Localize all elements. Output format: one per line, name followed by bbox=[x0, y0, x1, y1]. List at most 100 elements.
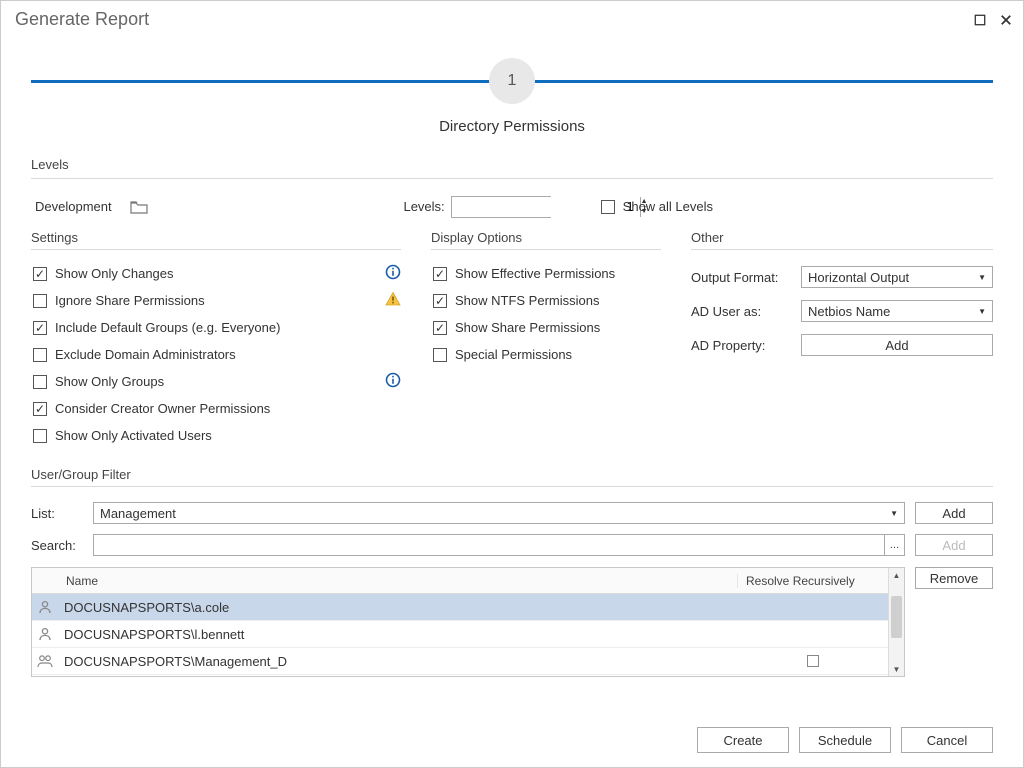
grid-col-name[interactable]: Name bbox=[58, 574, 738, 588]
display-checkbox[interactable] bbox=[433, 321, 447, 335]
display-item: Special Permissions bbox=[431, 341, 661, 368]
filter-list-select[interactable]: Management ▼ bbox=[93, 502, 905, 524]
settings-item-label: Show Only Changes bbox=[55, 266, 174, 281]
output-format-value: Horizontal Output bbox=[808, 270, 909, 285]
warn-icon bbox=[385, 291, 401, 310]
browse-icon[interactable]: … bbox=[884, 535, 904, 555]
ad-user-select[interactable]: Netbios Name ▼ bbox=[801, 300, 993, 322]
ad-user-label: AD User as: bbox=[691, 304, 791, 319]
settings-item: Show Only Groups bbox=[31, 368, 401, 395]
ad-property-add-label: Add bbox=[885, 338, 908, 353]
user-icon bbox=[32, 626, 58, 642]
row-name: DOCUSNAPSPORTS\a.cole bbox=[58, 600, 738, 615]
table-row[interactable]: DOCUSNAPSPORTS\l.bennett bbox=[32, 621, 888, 648]
display-item: Show Effective Permissions bbox=[431, 260, 661, 287]
maximize-icon[interactable] bbox=[973, 13, 987, 27]
settings-checkbox[interactable] bbox=[33, 321, 47, 335]
display-item: Show NTFS Permissions bbox=[431, 287, 661, 314]
filter-remove-button[interactable]: Remove bbox=[915, 567, 993, 589]
settings-item: Ignore Share Permissions bbox=[31, 287, 401, 314]
settings-item-label: Include Default Groups (e.g. Everyone) bbox=[55, 320, 280, 335]
filter-search-label: Search: bbox=[31, 538, 83, 553]
table-row[interactable]: DOCUSNAPSPORTS\Management_D bbox=[32, 648, 888, 675]
display-item: Show Share Permissions bbox=[431, 314, 661, 341]
create-button[interactable]: Create bbox=[697, 727, 789, 753]
filter-list-label: List: bbox=[31, 506, 83, 521]
levels-spinner[interactable]: ▲ ▼ bbox=[451, 196, 551, 218]
filter-grid: Name Resolve Recursively DOCUSNAPSPORTS\… bbox=[31, 567, 905, 677]
window: Generate Report 1 Directory Permissions … bbox=[0, 0, 1024, 768]
ad-property-add-button[interactable]: Add bbox=[801, 334, 993, 356]
settings-checkbox[interactable] bbox=[33, 348, 47, 362]
settings-item-label: Show Only Activated Users bbox=[55, 428, 212, 443]
ad-property-label: AD Property: bbox=[691, 338, 791, 353]
settings-item: Exclude Domain Administrators bbox=[31, 341, 401, 368]
row-name: DOCUSNAPSPORTS\Management_D bbox=[58, 654, 738, 669]
info-icon bbox=[385, 372, 401, 391]
scroll-down-icon[interactable]: ▼ bbox=[889, 662, 904, 676]
levels-count-label: Levels: bbox=[403, 199, 444, 214]
filter-list-add-label: Add bbox=[942, 506, 965, 521]
grid-scrollbar[interactable]: ▲ ▼ bbox=[888, 568, 904, 676]
settings-checkbox[interactable] bbox=[33, 429, 47, 443]
display-item-label: Show Effective Permissions bbox=[455, 266, 615, 281]
schedule-button[interactable]: Schedule bbox=[799, 727, 891, 753]
step-number: 1 bbox=[489, 58, 535, 104]
output-format-label: Output Format: bbox=[691, 270, 791, 285]
info-icon bbox=[385, 264, 401, 283]
user-icon bbox=[32, 599, 58, 615]
settings-item-label: Consider Creator Owner Permissions bbox=[55, 401, 270, 416]
settings-checkbox[interactable] bbox=[33, 375, 47, 389]
step-indicator: 1 bbox=[31, 52, 993, 108]
output-format-select[interactable]: Horizontal Output ▼ bbox=[801, 266, 993, 288]
create-label: Create bbox=[723, 733, 762, 748]
filter-list-value: Management bbox=[100, 506, 176, 521]
levels-path-label: Development bbox=[35, 199, 112, 214]
schedule-label: Schedule bbox=[818, 733, 872, 748]
display-item-label: Special Permissions bbox=[455, 347, 572, 362]
filter-search-wrap: … bbox=[93, 534, 905, 556]
settings-item-label: Ignore Share Permissions bbox=[55, 293, 205, 308]
settings-checkbox[interactable] bbox=[33, 267, 47, 281]
settings-checkbox[interactable] bbox=[33, 402, 47, 416]
cancel-label: Cancel bbox=[927, 733, 967, 748]
display-section-label: Display Options bbox=[431, 230, 661, 245]
display-item-label: Show NTFS Permissions bbox=[455, 293, 599, 308]
settings-item: Include Default Groups (e.g. Everyone) bbox=[31, 314, 401, 341]
filter-search-add-label: Add bbox=[942, 538, 965, 553]
chevron-down-icon: ▼ bbox=[978, 307, 986, 316]
display-checkbox[interactable] bbox=[433, 294, 447, 308]
display-checkbox[interactable] bbox=[433, 348, 447, 362]
show-all-levels-checkbox[interactable] bbox=[601, 200, 615, 214]
titlebar: Generate Report bbox=[1, 1, 1023, 34]
ad-user-value: Netbios Name bbox=[808, 304, 890, 319]
settings-checkbox[interactable] bbox=[33, 294, 47, 308]
resolve-checkbox[interactable] bbox=[807, 655, 819, 667]
settings-section-label: Settings bbox=[31, 230, 401, 245]
filter-section-label: User/Group Filter bbox=[31, 467, 993, 482]
display-checkbox[interactable] bbox=[433, 267, 447, 281]
filter-list-add-button[interactable]: Add bbox=[915, 502, 993, 524]
show-all-levels-label: Show all Levels bbox=[623, 199, 713, 214]
other-section-label: Other bbox=[691, 230, 993, 245]
scroll-thumb[interactable] bbox=[891, 596, 902, 638]
chevron-down-icon: ▼ bbox=[890, 509, 898, 518]
grid-col-resolve[interactable]: Resolve Recursively bbox=[738, 574, 888, 588]
settings-item: Show Only Changes bbox=[31, 260, 401, 287]
row-resolve-cell bbox=[738, 655, 888, 667]
group-icon bbox=[32, 653, 58, 669]
display-item-label: Show Share Permissions bbox=[455, 320, 600, 335]
close-icon[interactable] bbox=[999, 13, 1013, 27]
cancel-button[interactable]: Cancel bbox=[901, 727, 993, 753]
scroll-up-icon[interactable]: ▲ bbox=[889, 568, 904, 582]
table-row[interactable]: DOCUSNAPSPORTS\a.cole bbox=[32, 594, 888, 621]
filter-remove-label: Remove bbox=[930, 571, 978, 586]
filter-search-input[interactable] bbox=[94, 535, 884, 555]
settings-item-label: Exclude Domain Administrators bbox=[55, 347, 236, 362]
filter-search-add-button: Add bbox=[915, 534, 993, 556]
settings-item: Consider Creator Owner Permissions bbox=[31, 395, 401, 422]
footer: Create Schedule Cancel bbox=[1, 713, 1023, 767]
row-name: DOCUSNAPSPORTS\l.bennett bbox=[58, 627, 738, 642]
page-subtitle: Directory Permissions bbox=[31, 118, 993, 135]
folder-icon[interactable] bbox=[130, 200, 148, 214]
